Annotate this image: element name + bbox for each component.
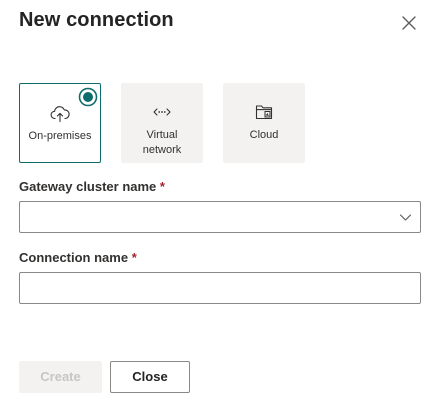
connection-type-label: Virtual network [142,129,182,156]
connection-type-on-premises[interactable]: On-premises [19,83,101,163]
connection-type-label: Cloud [249,129,279,141]
connection-type-cloud[interactable]: Cloud [223,83,305,163]
required-marker: * [131,250,137,265]
required-marker: * [159,179,165,194]
connection-name-field[interactable] [20,273,420,303]
connection-name-label: Connection name * [19,250,137,265]
cloud-app-icon [255,105,273,120]
close-icon[interactable] [398,12,420,34]
new-connection-dialog: New connection On-premises Virtual netwo… [0,0,443,404]
gateway-cluster-dropdown[interactable] [19,201,421,233]
selected-radio-icon [78,87,98,107]
connection-type-label: On-premises [28,130,92,142]
close-button[interactable]: Close [110,361,190,393]
connection-type-virtual-network[interactable]: Virtual network [121,83,203,163]
chevron-down-icon [399,214,412,221]
connection-name-field-wrapper [19,272,421,304]
gateway-cluster-label-text: Gateway cluster name [19,179,157,194]
cloud-upload-icon [50,106,70,123]
gateway-cluster-label: Gateway cluster name * [19,179,165,194]
dialog-title: New connection [19,9,174,31]
virtual-network-icon [153,108,171,116]
connection-name-label-text: Connection name [19,250,129,265]
create-button[interactable]: Create [19,361,102,393]
